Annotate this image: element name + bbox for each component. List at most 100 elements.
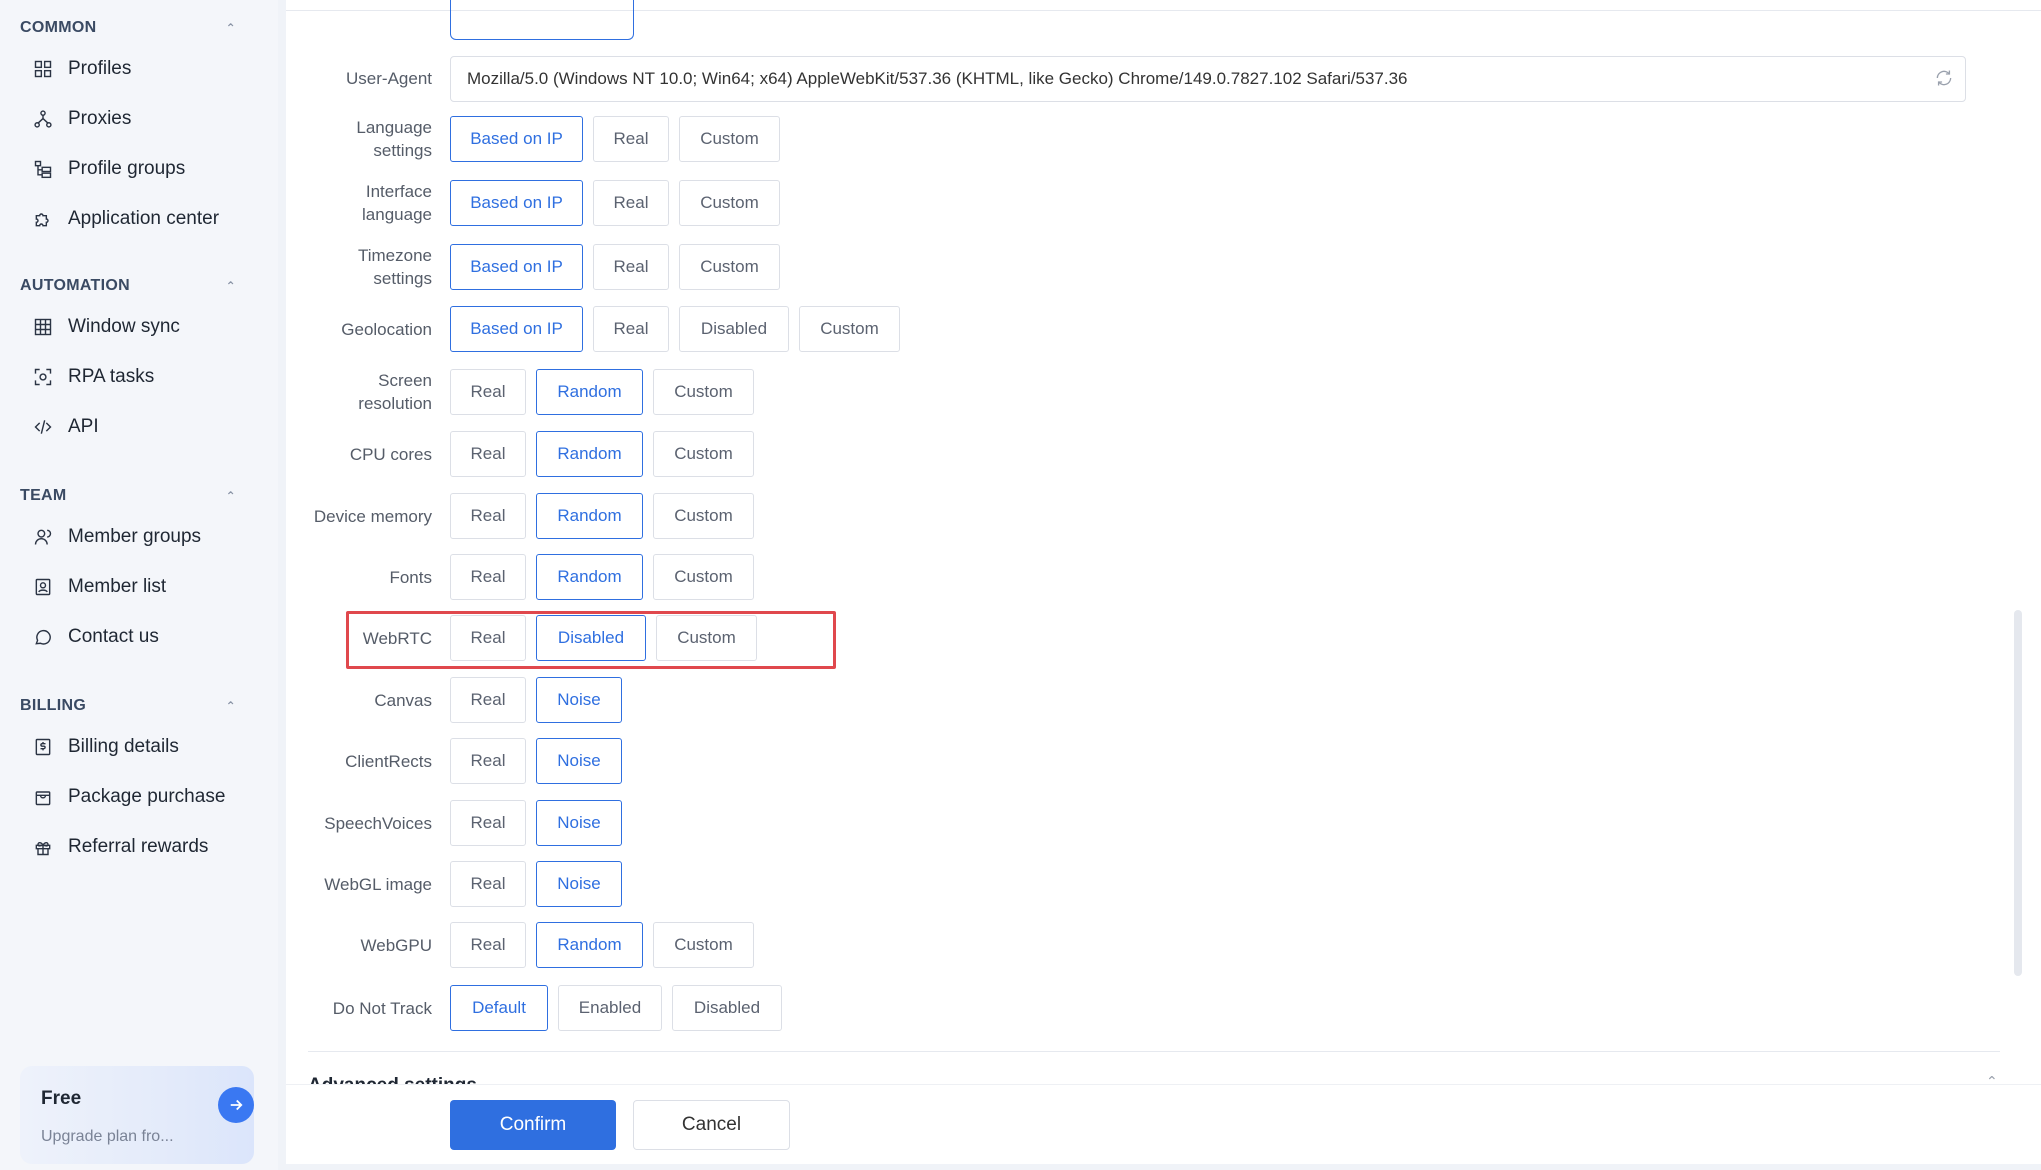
option-real-button[interactable]: Real (593, 180, 669, 226)
cancel-button[interactable]: Cancel (633, 1100, 790, 1150)
option-disabled-button[interactable]: Disabled (536, 615, 646, 661)
chevron-up-icon[interactable]: ⌃ (226, 489, 236, 503)
upgrade-text: Upgrade plan fro... (41, 1128, 174, 1145)
option-default-button[interactable]: Default (450, 985, 548, 1031)
section-common[interactable]: COMMON ⌃ (20, 15, 240, 41)
sidebar-item-label: RPA tasks (68, 366, 155, 387)
sidebar-item-referral-rewards[interactable]: Referral rewards (32, 830, 252, 864)
sidebar-item-profiles[interactable]: Profiles (32, 52, 252, 86)
option-random-button[interactable]: Random (536, 922, 643, 968)
option-custom-button[interactable]: Custom (653, 493, 754, 539)
option-real-button[interactable]: Real (450, 861, 526, 907)
option-real-button[interactable]: Real (593, 244, 669, 290)
chevron-up-icon[interactable]: ⌃ (226, 21, 236, 35)
setting-label: SpeechVoices (286, 812, 432, 835)
id-card-icon (32, 576, 54, 598)
scrollbar[interactable] (2014, 610, 2022, 976)
setting-label: Geolocation (286, 318, 432, 341)
option-custom-button[interactable]: Custom (799, 306, 900, 352)
setting-label: Timezone settings (286, 244, 432, 290)
setting-label: WebRTC (286, 627, 432, 650)
setting-label-line: Do Not Track (332, 998, 432, 1018)
setting-label-line: Timezone (357, 246, 432, 265)
setting-label: CPU cores (286, 443, 432, 466)
sidebar-item-profile-groups[interactable]: Profile groups (32, 152, 252, 186)
option-custom-button[interactable]: Custom (679, 180, 780, 226)
section-billing[interactable]: BILLING ⌃ (20, 693, 240, 719)
setting-label-line: Interface (365, 182, 432, 201)
sidebar-item-member-groups[interactable]: Member groups (32, 520, 252, 554)
option-random-button[interactable]: Random (536, 431, 643, 477)
setting-label: Fonts (286, 566, 432, 589)
option-based-on-ip-button[interactable]: Based on IP (450, 306, 583, 352)
option-noise-button[interactable]: Noise (536, 738, 622, 784)
option-real-button[interactable]: Real (450, 922, 526, 968)
sidebar-item-member-list[interactable]: Member list (32, 570, 252, 604)
sidebar-item-package-purchase[interactable]: Package purchase (32, 780, 252, 814)
section-divider (308, 1051, 2000, 1052)
option-based-on-ip-button[interactable]: Based on IP (450, 116, 583, 162)
upgrade-plan-card[interactable]: Free Upgrade plan fro... (20, 1066, 254, 1164)
arrow-right-icon[interactable] (218, 1087, 254, 1123)
option-custom-button[interactable]: Custom (656, 615, 757, 661)
option-based-on-ip-button[interactable]: Based on IP (450, 244, 583, 290)
option-noise-button[interactable]: Noise (536, 800, 622, 846)
option-based-on-ip-button[interactable]: Based on IP (450, 180, 583, 226)
sidebar-item-billing-details[interactable]: Billing details (32, 730, 252, 764)
option-disabled-button[interactable]: Disabled (679, 306, 789, 352)
option-custom-button[interactable]: Custom (679, 116, 780, 162)
grid-icon (32, 58, 54, 80)
option-noise-button[interactable]: Noise (536, 861, 622, 907)
setting-label: Canvas (286, 689, 432, 712)
sidebar-item-application-center[interactable]: Application center (32, 202, 252, 236)
option-noise-button[interactable]: Noise (536, 677, 622, 723)
option-real-button[interactable]: Real (450, 800, 526, 846)
option-custom-button[interactable]: Custom (653, 922, 754, 968)
setting-label: Interface language (286, 180, 432, 226)
option-custom-button[interactable]: Custom (679, 244, 780, 290)
footer-bar: Confirm Cancel (286, 1084, 2041, 1164)
chat-icon (32, 626, 54, 648)
sidebar-item-label: Application center (68, 208, 220, 229)
option-random-button[interactable]: Random (536, 554, 643, 600)
option-disabled-button[interactable]: Disabled (672, 985, 782, 1031)
option-real-button[interactable]: Real (450, 615, 526, 661)
sidebar-item-api[interactable]: API (32, 410, 252, 444)
sidebar-item-rpa-tasks[interactable]: RPA tasks (32, 360, 252, 394)
confirm-button[interactable]: Confirm (450, 1100, 616, 1150)
user-agent-input[interactable]: Mozilla/5.0 (Windows NT 10.0; Win64; x64… (450, 56, 1966, 102)
sidebar-item-label: Billing details (68, 736, 179, 757)
option-random-button[interactable]: Random (536, 493, 643, 539)
sidebar-item-contact-us[interactable]: Contact us (32, 620, 252, 654)
section-automation[interactable]: AUTOMATION ⌃ (20, 273, 240, 299)
option-real-button[interactable]: Real (450, 369, 526, 415)
chevron-up-icon[interactable]: ⌃ (226, 699, 236, 713)
option-custom-button[interactable]: Custom (653, 431, 754, 477)
setting-label-line: Language (356, 118, 432, 137)
chevron-up-icon[interactable]: ⌃ (226, 279, 236, 293)
option-random-button[interactable]: Random (536, 369, 643, 415)
setting-label-line: WebGL image (324, 874, 432, 894)
setting-label: Screen resolution (286, 369, 432, 415)
section-team[interactable]: TEAM ⌃ (20, 483, 240, 509)
option-real-button[interactable]: Real (450, 431, 526, 477)
dollar-doc-icon (32, 736, 54, 758)
option-real-button[interactable]: Real (450, 738, 526, 784)
setting-label-line: WebGPU (360, 935, 433, 955)
option-enabled-button[interactable]: Enabled (558, 985, 662, 1031)
gift-icon (32, 836, 54, 858)
option-real-button[interactable]: Real (450, 677, 526, 723)
sidebar-item-label: Profiles (68, 58, 132, 79)
option-real-button[interactable]: Real (593, 116, 669, 162)
sidebar-item-label: Profile groups (68, 158, 186, 179)
cropped-input[interactable] (450, 0, 634, 40)
sidebar-item-window-sync[interactable]: Window sync (32, 310, 252, 344)
option-custom-button[interactable]: Custom (653, 554, 754, 600)
option-custom-button[interactable]: Custom (653, 369, 754, 415)
sidebar-item-label: API (68, 416, 99, 437)
option-real-button[interactable]: Real (450, 554, 526, 600)
option-real-button[interactable]: Real (450, 493, 526, 539)
sidebar-item-proxies[interactable]: Proxies (32, 102, 252, 136)
option-real-button[interactable]: Real (593, 306, 669, 352)
refresh-icon[interactable] (1934, 68, 1956, 90)
